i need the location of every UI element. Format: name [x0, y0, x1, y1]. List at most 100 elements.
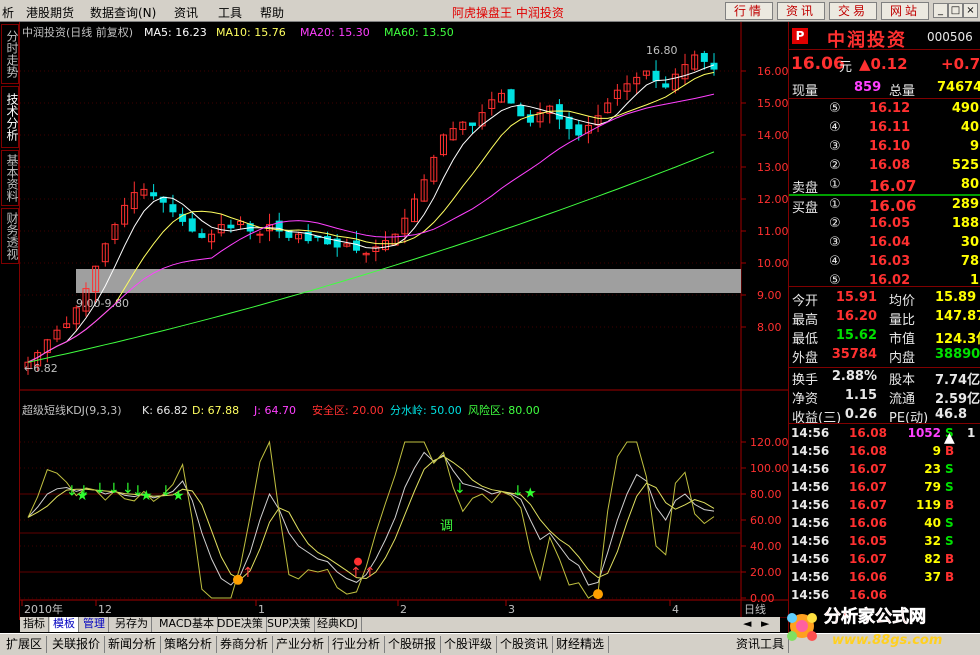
kdj-axis-label: 20.00 [750, 566, 782, 579]
candle-body [517, 105, 525, 117]
x-axis-label: 1 [258, 603, 265, 616]
book-level: ① [829, 197, 841, 212]
candle-body [468, 122, 476, 126]
stock-badge: P [792, 28, 808, 44]
watermark-url: www.88gs.com [832, 633, 942, 648]
menu-item-analysis[interactable]: 析 [2, 4, 14, 21]
volume-total: 74674 [937, 80, 980, 95]
status-tab-news-tools[interactable]: 资讯工具 [732, 636, 790, 653]
maximize-icon[interactable]: □ [948, 3, 963, 18]
kdj-risk-label: 风险区: 80.00 [468, 403, 540, 417]
candle-body [700, 52, 708, 62]
tab-indicator[interactable]: 指标 [20, 617, 49, 632]
close-icon[interactable]: × [963, 3, 978, 18]
tab-save-as[interactable]: 另存为 [112, 617, 152, 632]
website-button[interactable]: 网站 [881, 2, 929, 20]
tab-financials[interactable]: 财务透视 [1, 208, 19, 264]
x-axis-label: 2 [400, 603, 407, 616]
tab-macd-basic[interactable]: MACD基本 [156, 617, 218, 632]
kdj-j-label: J: 64.70 [253, 404, 296, 417]
stat-label: 流通 [889, 392, 916, 407]
book-volume: 78 [960, 254, 979, 269]
menu-item-tools[interactable]: 工具 [218, 4, 242, 21]
order-book-row: ② 16.05 188 [789, 215, 980, 234]
menu-item-hk-futures[interactable]: 港股期货 [26, 4, 74, 21]
volume-total-label: 总量 [889, 84, 916, 99]
tab-scroll-left-icon[interactable]: ◄ [740, 617, 754, 632]
status-tab-related-quotes[interactable]: 关联报价 [48, 636, 106, 653]
status-tab-extension[interactable]: 扩展区 [2, 636, 48, 653]
book-level: ④ [829, 254, 841, 269]
tick-price: 16.06 [849, 516, 887, 530]
buy-signal-icon [233, 574, 243, 585]
stat-value: 15.89 [935, 290, 977, 305]
minimize-icon[interactable]: _ [933, 3, 948, 18]
status-tab-sector[interactable]: 行业分析 [328, 636, 386, 653]
trade-button[interactable]: 交易 [829, 2, 877, 20]
watermark-text: 分析家公式网 [824, 606, 926, 627]
tick-time: 14:56 [791, 444, 830, 458]
green-arrow-icon: ↓ [512, 483, 524, 499]
red-arrow-icon: ↑ [364, 565, 376, 581]
book-level: ② [829, 216, 841, 231]
tab-classic-kdj[interactable]: 经典KDJ [314, 617, 362, 632]
tab-fundamentals[interactable]: 基本资料 [1, 150, 19, 206]
news-button[interactable]: 资讯 [777, 2, 825, 20]
stat-value: 124.3亿 [935, 332, 980, 347]
tick-side: B [945, 498, 955, 512]
chart-area[interactable]: 中润投资(日线 前复权) MA5: 16.23 MA10: 15.76 MA20… [20, 22, 788, 618]
menu-item-news[interactable]: 资讯 [174, 4, 198, 21]
tick-price: 16.06 [849, 570, 887, 584]
quote-stat-row: 外盘 35784 内盘 38890 [789, 346, 980, 366]
kdj-axis-label: 60.00 [750, 514, 782, 527]
book-volume: 490 [951, 101, 979, 116]
indicator-tab-strip: 指标 模板 管理 另存为 MACD基本 DDE决策 SUP决策 经典KDJ ◄ … [20, 617, 780, 632]
tab-intraday[interactable]: 分时走势 [1, 24, 19, 84]
stat-label: 今开 [792, 294, 819, 309]
tick-time: 14:56 [791, 570, 830, 584]
status-tab-industry-chain[interactable]: 产业分析 [272, 636, 330, 653]
stat-value: 38890 [935, 347, 980, 362]
status-tab-strategy[interactable]: 策略分析 [160, 636, 218, 653]
candle-body [188, 218, 196, 232]
tick-row: 14:56 16.06 37 B [789, 569, 980, 587]
candle-body [198, 233, 206, 238]
tick-volume: 40 [924, 516, 941, 530]
tab-manage[interactable]: 管理 [80, 617, 109, 632]
candle-body [169, 204, 177, 213]
menu-item-help[interactable]: 帮助 [260, 4, 284, 21]
price-axis-label: 9.00 [757, 289, 782, 302]
tick-side: S [945, 534, 954, 548]
stat-value: 35784 [831, 347, 877, 362]
tick-time: 14:56 [791, 552, 830, 566]
tick-row: 14:56 16.06 40 S [789, 515, 980, 533]
stat-value: 2.88% [831, 369, 877, 384]
price-unit: 元 [839, 60, 853, 75]
menu-item-data-query[interactable]: 数据查询(N) [90, 4, 156, 21]
status-tab-broker[interactable]: 券商分析 [216, 636, 274, 653]
status-tab-news-analysis[interactable]: 新闻分析 [104, 636, 162, 653]
stat-value: 0.26 [844, 407, 877, 422]
status-tab-finance-picks[interactable]: 财经精选 [552, 636, 610, 653]
book-price: 16.07 [869, 177, 917, 195]
tab-sup-decision[interactable]: SUP决策 [264, 617, 315, 632]
star-icon: ★ [140, 488, 153, 504]
tab-scroll-right-icon[interactable]: ► [758, 617, 772, 632]
stat-label: 股本 [889, 373, 916, 388]
quote-button[interactable]: 行情 [725, 2, 773, 20]
tab-technical[interactable]: 技术分析 [1, 86, 19, 148]
support-band [76, 269, 741, 293]
tick-time: 14:56 [791, 534, 830, 548]
status-tab-research[interactable]: 个股研报 [384, 636, 442, 653]
high-price-label: 16.80 [646, 44, 678, 57]
stat-label: 市值 [889, 332, 916, 347]
x-axis-label: 2010年 [24, 602, 63, 616]
stat-label: 最高 [792, 313, 819, 328]
x-axis-label: 3 [508, 603, 515, 616]
tab-dde-decision[interactable]: DDE决策 [214, 617, 267, 632]
tick-side: S [945, 480, 954, 494]
status-tab-stock-news[interactable]: 个股资讯 [496, 636, 554, 653]
status-tab-rating[interactable]: 个股评级 [440, 636, 498, 653]
tab-template[interactable]: 模板 [50, 617, 79, 632]
kdj-safe-label: 安全区: 20.00 [312, 403, 384, 417]
